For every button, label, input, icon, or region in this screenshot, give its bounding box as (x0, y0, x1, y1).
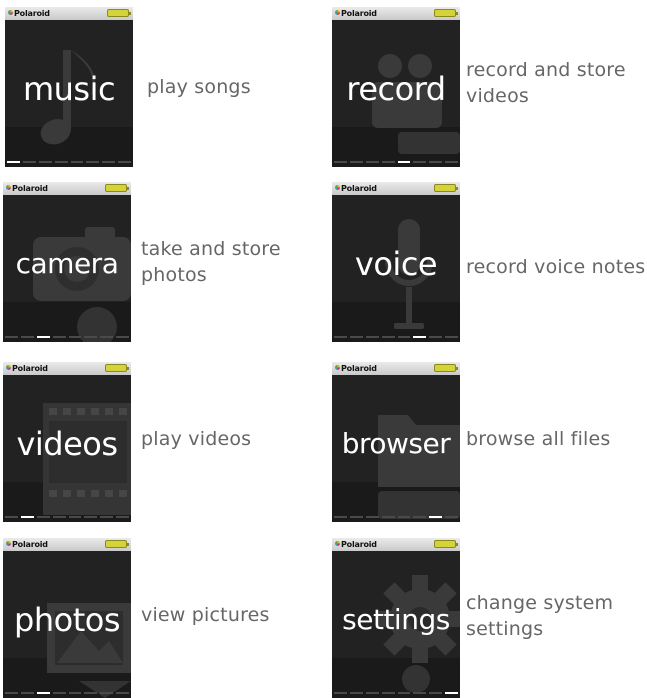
battery-icon (105, 540, 129, 548)
page-indicator (5, 692, 129, 694)
brand-logo: Polaroid (6, 539, 48, 550)
mode-title: settings (342, 603, 450, 636)
brand-logo: Polaroid (335, 539, 377, 550)
photos-screen: Polaroid photos (3, 538, 131, 698)
brand-logo: Polaroid (335, 183, 377, 194)
page-indicator (334, 516, 458, 518)
page-indicator (334, 692, 458, 694)
mode-title: camera (15, 247, 119, 280)
battery-icon (434, 540, 458, 548)
voice-screen: Polaroid voice (332, 182, 460, 342)
status-bar: Polaroid (332, 538, 460, 551)
battery-icon (105, 184, 129, 192)
battery-icon (107, 9, 131, 17)
battery-icon (434, 184, 458, 192)
battery-icon (434, 9, 458, 17)
mode-description: take and store photos (141, 238, 281, 286)
brand-logo: Polaroid (335, 8, 377, 19)
status-bar: Polaroid (3, 538, 131, 551)
mode-description: view pictures (141, 604, 270, 626)
page-indicator (5, 516, 129, 518)
status-bar: Polaroid (5, 7, 133, 20)
status-bar: Polaroid (3, 362, 131, 375)
mode-description: change system settings (466, 592, 614, 640)
mode-title: photos (14, 601, 120, 639)
page-indicator (5, 336, 129, 338)
music-screen: Polaroid music (5, 7, 133, 167)
brand-logo: Polaroid (8, 8, 50, 19)
status-bar: Polaroid (332, 7, 460, 20)
mode-description: browse all files (466, 428, 611, 450)
battery-icon (105, 364, 129, 372)
page-indicator (334, 336, 458, 338)
mode-title: browser (341, 427, 451, 460)
videos-screen: Polaroid videos (3, 362, 131, 522)
mode-description: play songs (147, 76, 251, 98)
browser-screen: Polaroid browser (332, 362, 460, 522)
status-bar: Polaroid (332, 362, 460, 375)
settings-screen: Polaroid settings (332, 538, 460, 698)
mode-description: record and store videos (466, 59, 626, 107)
mode-description: play videos (141, 428, 252, 450)
mode-title: videos (16, 425, 118, 463)
page-indicator (334, 161, 458, 163)
brand-logo: Polaroid (335, 363, 377, 374)
record-screen: Polaroid record (332, 7, 460, 167)
brand-logo: Polaroid (6, 183, 48, 194)
status-bar: Polaroid (3, 182, 131, 195)
brand-logo: Polaroid (6, 363, 48, 374)
mode-title: record (346, 70, 446, 108)
mode-description: record voice notes (466, 256, 646, 278)
camera-screen: Polaroid camera (3, 182, 131, 342)
status-bar: Polaroid (332, 182, 460, 195)
mode-title: voice (354, 245, 438, 283)
page-indicator (7, 161, 131, 163)
battery-icon (434, 364, 458, 372)
mode-title: music (22, 70, 116, 108)
